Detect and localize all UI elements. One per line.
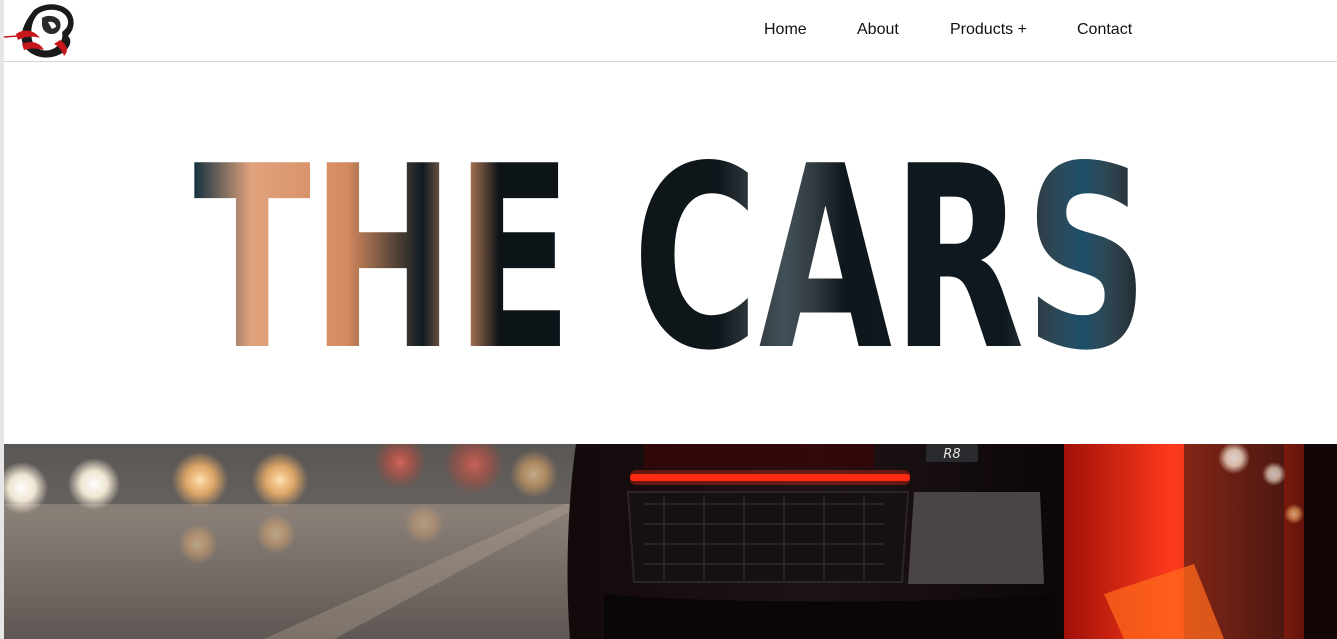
top-navbar: Home About Products + Contact [3,0,1337,62]
car-badge: R8 [943,447,960,462]
lion-logo-icon[interactable] [3,0,78,60]
bokeh-light [172,452,228,508]
nav-link-products[interactable]: Products + [950,21,1027,39]
hero-section: THE CARS THE CARS [4,62,1337,444]
nav-link-about[interactable]: About [857,21,899,39]
bokeh-light [252,452,308,508]
nav-link-contact[interactable]: Contact [1077,21,1132,39]
rear-diffuser-grille [626,491,910,583]
hero-banner-image: R8 [4,444,1337,639]
bokeh-light [68,458,120,510]
nav-link-home[interactable]: Home [764,21,807,39]
hero-title-overlay: THE CARS [194,113,1149,406]
car-rear: R8 [567,444,1064,639]
